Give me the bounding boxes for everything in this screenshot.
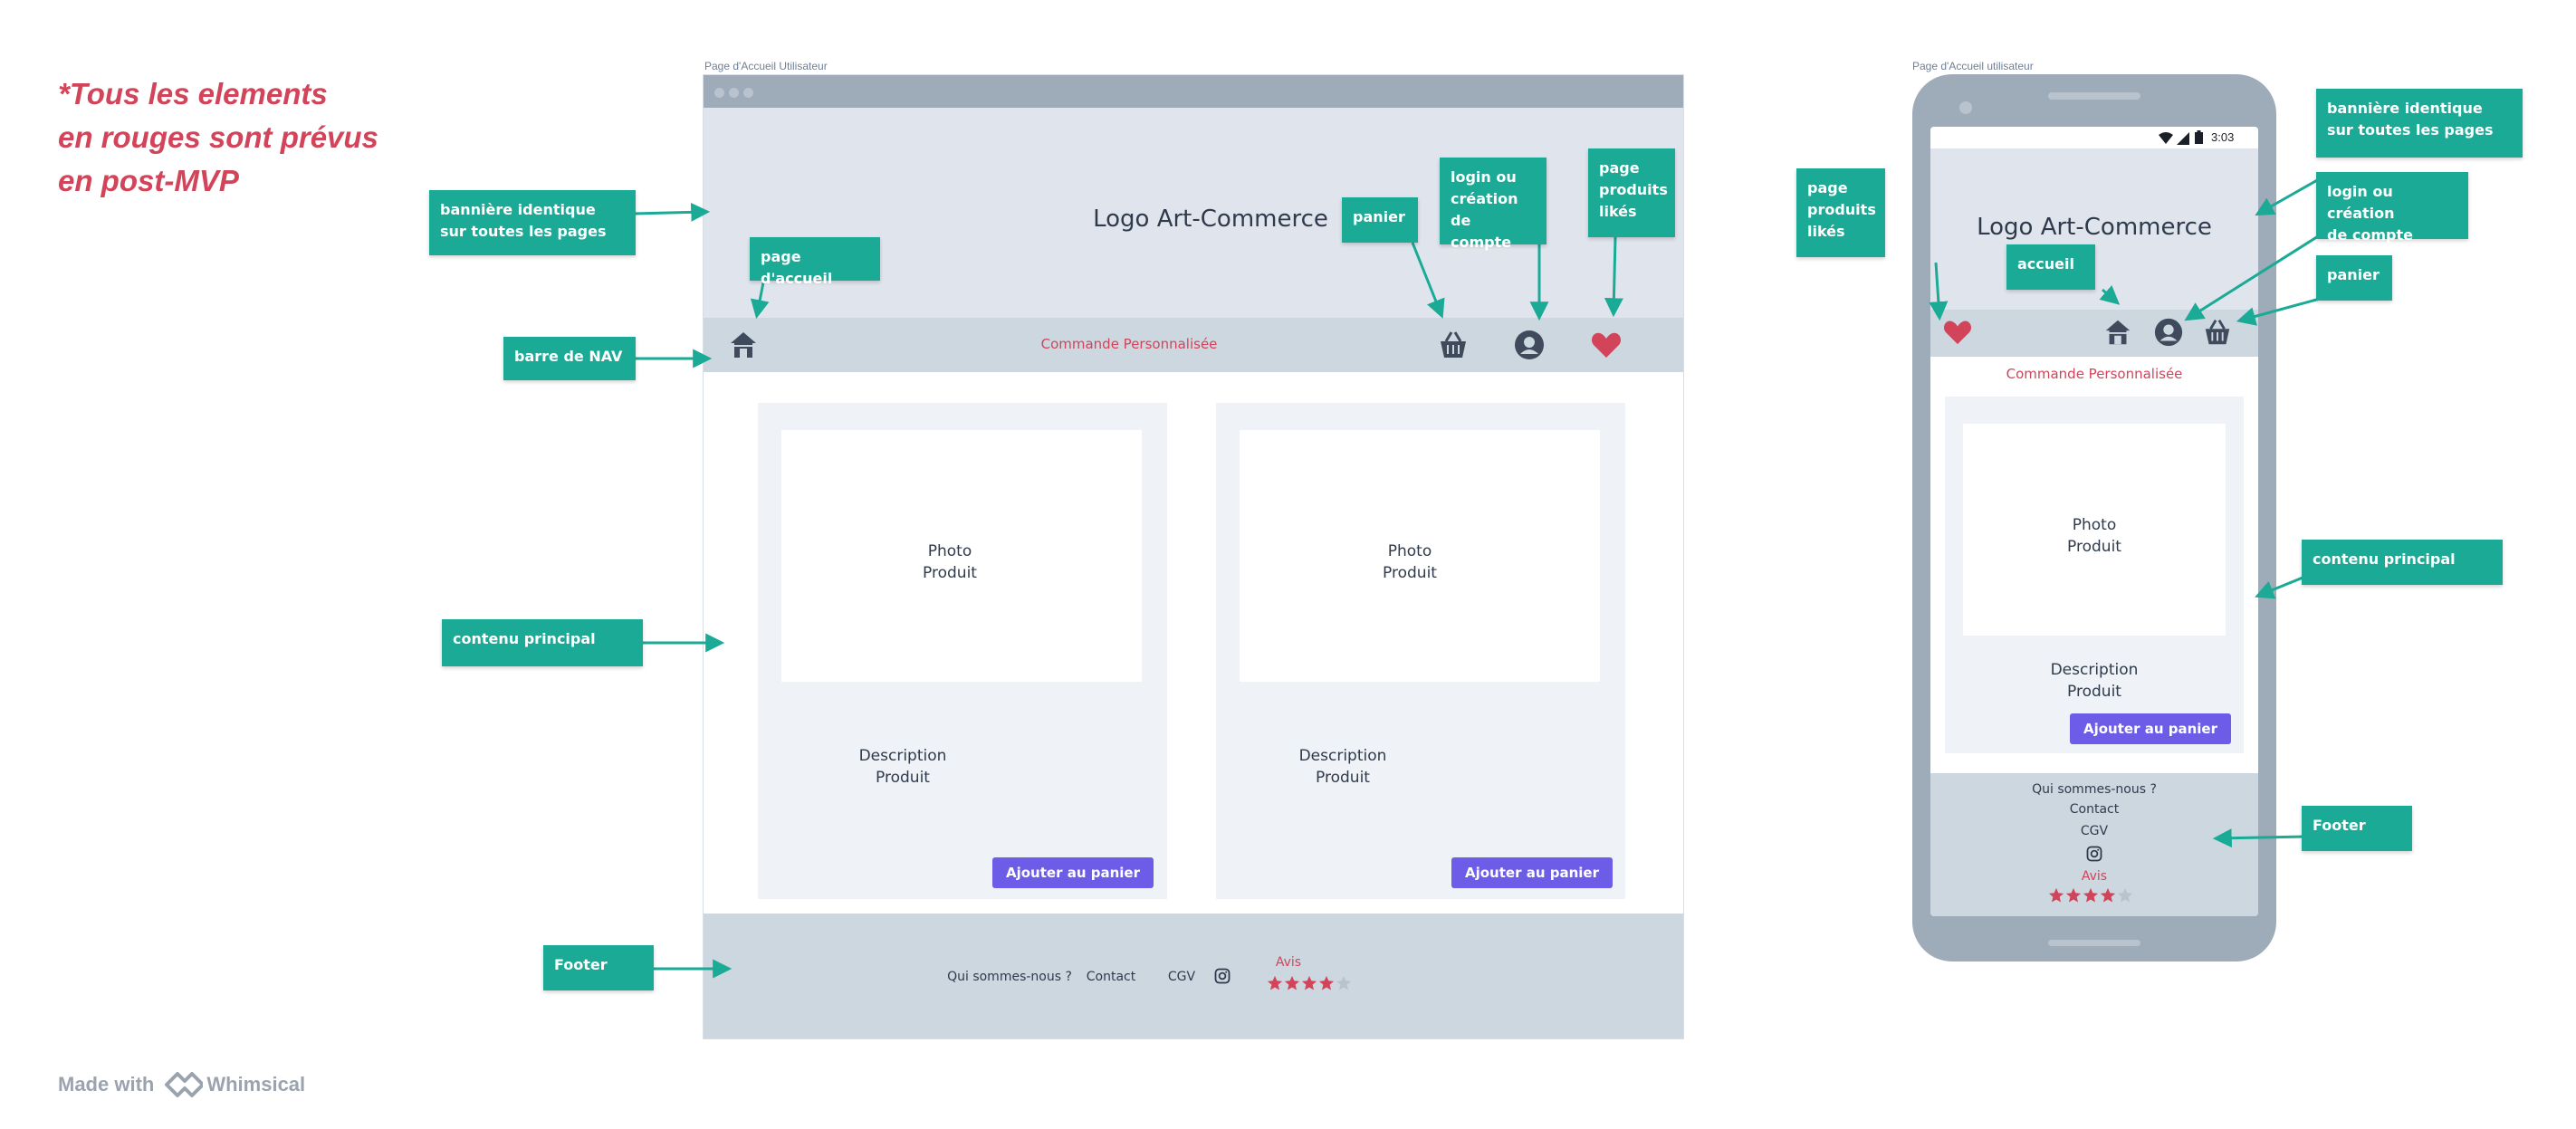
made-with-label: Made with bbox=[58, 1073, 155, 1096]
annotation-arrows bbox=[633, 174, 2326, 979]
callout-login: login ou création de compte bbox=[2316, 172, 2468, 244]
callout-banner: bannière identique sur toutes les pages bbox=[2316, 89, 2523, 158]
callout-cart: panier bbox=[2316, 255, 2392, 301]
callout-home: page d'accueil bbox=[750, 237, 880, 287]
callout-line: produits bbox=[1599, 181, 1668, 198]
callout-line: accueil bbox=[2017, 255, 2074, 273]
callout-line: page bbox=[1807, 179, 1848, 196]
callout-line: panier bbox=[2327, 266, 2380, 283]
arrow bbox=[2255, 174, 2326, 216]
callout-line: login ou bbox=[1451, 168, 1517, 186]
callout-line: barre de NAV bbox=[514, 348, 623, 365]
callout-login: login ou création de compte bbox=[1440, 158, 1547, 251]
callout-line: compte bbox=[1451, 234, 1512, 251]
callout-line: panier bbox=[1353, 208, 1405, 225]
arrow bbox=[2255, 574, 2308, 599]
callout-line: contenu principal bbox=[453, 630, 596, 647]
callout-footer: Footer bbox=[543, 945, 654, 990]
callout-line: likés bbox=[1807, 223, 1845, 240]
callout-nav: barre de NAV bbox=[503, 337, 636, 380]
whimsical-brand: Whimsical bbox=[206, 1073, 306, 1096]
callout-footer: Footer bbox=[2302, 806, 2412, 851]
arrow bbox=[2212, 828, 2306, 848]
callout-line: sur toutes les pages bbox=[440, 223, 607, 240]
made-with-branding: Made with Whimsical bbox=[58, 1068, 305, 1101]
callout-line: contenu principal bbox=[2313, 550, 2456, 568]
callout-home: accueil bbox=[2006, 244, 2095, 290]
callout-main-content: contenu principal bbox=[2302, 540, 2503, 585]
callout-cart: panier bbox=[1342, 197, 1418, 243]
callout-line: likés bbox=[1599, 203, 1637, 220]
callout-line: produits bbox=[1807, 201, 1876, 218]
callout-line: Footer bbox=[2313, 817, 2366, 834]
arrow bbox=[2236, 297, 2321, 326]
arrow bbox=[2099, 285, 2121, 305]
callout-line: bannière identique bbox=[440, 201, 596, 218]
arrow bbox=[1411, 242, 1445, 319]
arrow bbox=[1929, 262, 1949, 321]
callout-line: login ou création bbox=[2327, 183, 2395, 222]
whimsical-logo-icon bbox=[163, 1068, 206, 1101]
callout-banner: bannière identique sur toutes les pages bbox=[429, 190, 636, 255]
callout-line: de compte bbox=[2327, 226, 2413, 244]
arrow bbox=[633, 202, 711, 222]
callout-line: bannière identique bbox=[2327, 100, 2483, 117]
callout-line: Footer bbox=[554, 956, 608, 973]
callout-line: sur toutes les pages bbox=[2327, 121, 2494, 139]
callout-liked: page produits likés bbox=[1588, 148, 1675, 237]
callout-line: création de bbox=[1451, 190, 1518, 229]
arrow bbox=[1604, 236, 1623, 318]
arrow bbox=[2184, 230, 2326, 321]
callout-liked: page produits likés bbox=[1796, 168, 1885, 257]
callout-line: page bbox=[1599, 159, 1640, 177]
callout-line: page d'accueil bbox=[761, 248, 833, 287]
callout-main-content: contenu principal bbox=[442, 619, 643, 666]
